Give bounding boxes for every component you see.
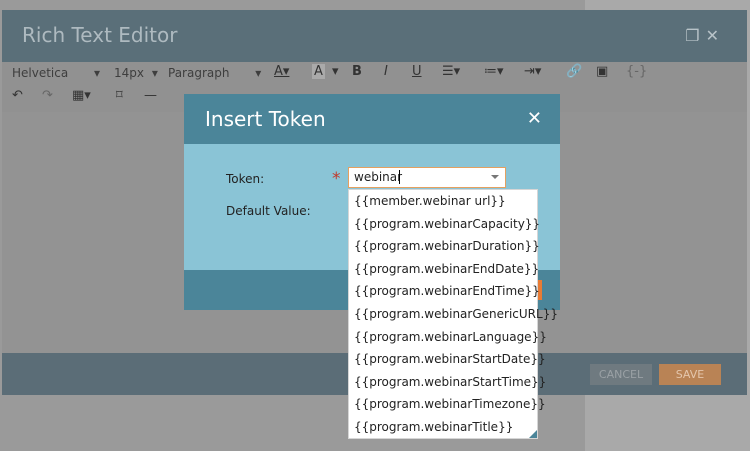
font-family-value: Helvetica bbox=[12, 66, 69, 80]
chevron-down-icon: ▾ bbox=[151, 66, 158, 80]
indent-icon[interactable]: ⇥▾ bbox=[524, 64, 541, 79]
editor-header: Rich Text Editor ❐✕ bbox=[2, 10, 747, 62]
italic-icon[interactable]: I bbox=[384, 64, 388, 79]
token-icon[interactable]: {-} bbox=[626, 64, 647, 79]
chevron-down-icon[interactable] bbox=[491, 175, 499, 179]
table-icon[interactable]: ▦▾ bbox=[72, 88, 91, 103]
chevron-down-icon: ▾ bbox=[94, 66, 101, 80]
default-value-label: Default Value: bbox=[226, 204, 311, 218]
token-input-value: webinar bbox=[354, 170, 403, 184]
chevron-down-icon[interactable]: ▾ bbox=[332, 64, 339, 79]
align-icon[interactable]: ☰▾ bbox=[442, 64, 460, 79]
horizontal-rule-icon[interactable]: — bbox=[144, 88, 157, 103]
link-icon[interactable]: 🔗 bbox=[566, 64, 582, 79]
text-caret bbox=[399, 170, 400, 184]
token-dropdown-list: {{member.webinar url}} {{program.webinar… bbox=[348, 189, 558, 439]
redo-icon[interactable]: ↷ bbox=[42, 88, 53, 103]
chevron-down-icon: ▾ bbox=[255, 66, 262, 80]
resize-handle[interactable] bbox=[529, 430, 537, 438]
modal-title: Insert Token bbox=[205, 107, 326, 131]
bold-icon[interactable]: B bbox=[352, 64, 362, 79]
list-item[interactable]: {{program.webinarLanguage}} bbox=[349, 326, 547, 349]
underline-icon[interactable]: U bbox=[412, 64, 422, 79]
close-icon[interactable]: ✕ bbox=[706, 26, 725, 45]
font-size-select[interactable]: 14px ▾ bbox=[114, 66, 158, 80]
editor-title: Rich Text Editor bbox=[22, 23, 178, 47]
image-icon[interactable]: ▣ bbox=[596, 64, 608, 79]
list-item[interactable]: {{program.webinarGenericURL}} bbox=[349, 303, 558, 326]
block-format-value: Paragraph bbox=[168, 66, 230, 80]
close-icon[interactable]: ✕ bbox=[527, 108, 542, 129]
font-size-value: 14px bbox=[114, 66, 144, 80]
bullet-list-icon[interactable]: ≔▾ bbox=[484, 64, 504, 79]
undo-icon[interactable]: ↶ bbox=[12, 88, 23, 103]
list-item[interactable]: {{program.webinarEndDate}} bbox=[349, 258, 539, 281]
modal-header: Insert Token ✕ bbox=[184, 94, 560, 144]
bookmark-icon[interactable]: ⌑ bbox=[116, 88, 123, 103]
block-format-select[interactable]: Paragraph ▾ bbox=[168, 66, 261, 80]
token-combobox[interactable]: webinar bbox=[348, 167, 506, 188]
list-item[interactable]: {{program.webinarStartTime}} bbox=[349, 371, 546, 394]
list-item[interactable]: {{program.webinarCapacity}} bbox=[349, 213, 540, 236]
font-family-select[interactable]: Helvetica ▾ bbox=[12, 66, 100, 80]
text-color-icon[interactable]: A▾ bbox=[274, 64, 289, 79]
required-marker: * bbox=[332, 169, 341, 189]
window-buttons: ❐✕ bbox=[685, 26, 725, 45]
cancel-button[interactable]: CANCEL bbox=[590, 364, 652, 385]
highlight-icon[interactable]: A bbox=[312, 64, 325, 79]
restore-icon[interactable]: ❐ bbox=[685, 26, 705, 45]
list-item[interactable]: {{program.webinarDuration}} bbox=[349, 235, 540, 258]
save-button[interactable]: SAVE bbox=[659, 364, 721, 385]
list-item[interactable]: {{program.webinarStartDate}} bbox=[349, 348, 546, 371]
list-item[interactable]: {{member.webinar url}} bbox=[349, 190, 537, 213]
list-item[interactable]: {{program.webinarTimezone}} bbox=[349, 393, 546, 416]
list-item[interactable]: {{program.webinarEndTime}} bbox=[349, 280, 540, 303]
list-item[interactable]: {{program.webinarTitle}} bbox=[349, 416, 537, 439]
token-label: Token: bbox=[226, 172, 265, 186]
